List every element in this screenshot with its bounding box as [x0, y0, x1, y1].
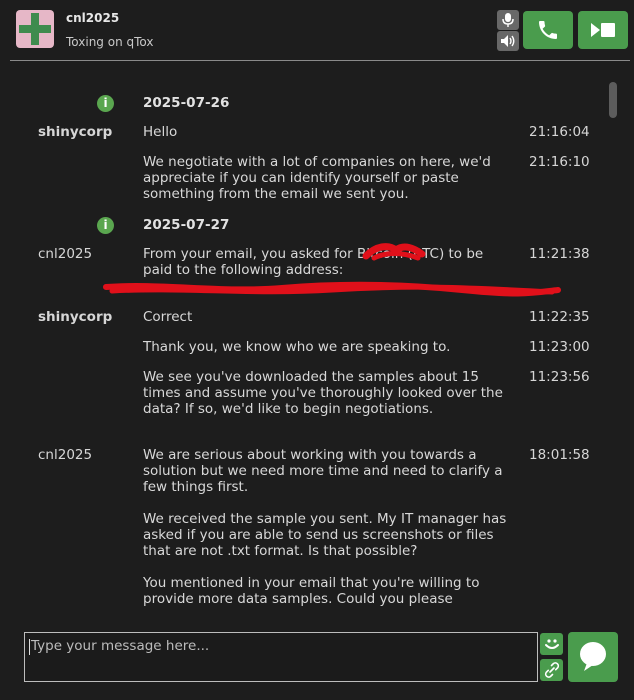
- info-icon: i: [97, 95, 114, 112]
- message-sender: cnl2025: [38, 246, 93, 262]
- speaker-icon: [501, 35, 515, 47]
- chat-header: cnl2025 Toxing on qTox: [0, 0, 634, 60]
- phone-icon: [539, 21, 557, 39]
- redaction-scribble: [103, 281, 561, 297]
- text-caret: [29, 639, 30, 655]
- info-icon: i: [97, 217, 114, 234]
- chat-log[interactable]: i 2025-07-26 shinycorp Hello 21:16:04 We…: [10, 62, 608, 626]
- redaction-scribble: [362, 243, 426, 261]
- message-text: We negotiate with a lot of companies on …: [143, 154, 491, 202]
- microphone-button[interactable]: [497, 10, 519, 30]
- qtox-chat-window: cnl2025 Toxing on qTox i 2025-07-26 shin…: [0, 0, 634, 700]
- emoji-button[interactable]: [540, 633, 563, 655]
- contact-name: cnl2025: [66, 11, 120, 25]
- chat-scrollbar-thumb[interactable]: [609, 82, 617, 118]
- message-text: Correct: [143, 309, 193, 325]
- speech-bubble-send-icon: [580, 642, 606, 671]
- video-call-button[interactable]: [578, 11, 628, 49]
- header-divider: [10, 60, 630, 61]
- message-input[interactable]: Type your message here...: [24, 632, 538, 682]
- message-text: We see you've downloaded the samples abo…: [143, 369, 503, 417]
- message-sender: cnl2025: [38, 447, 93, 463]
- message-sender: shinycorp: [38, 309, 113, 325]
- avatar-cross-horizontal: [19, 25, 51, 33]
- message-time: 18:01:58: [529, 447, 590, 463]
- send-button[interactable]: [568, 632, 618, 682]
- message-time: 11:21:38: [529, 246, 590, 262]
- message-time: 11:23:56: [529, 369, 590, 385]
- message-time: 11:23:00: [529, 339, 590, 355]
- message-text: We are serious about working with you to…: [143, 447, 507, 607]
- date-label: 2025-07-27: [143, 217, 230, 233]
- volume-button[interactable]: [497, 31, 519, 51]
- emoji-smile-icon: [544, 639, 559, 649]
- paperclip-icon: [544, 662, 559, 678]
- attach-file-button[interactable]: [540, 659, 563, 681]
- message-time: 21:16:04: [529, 124, 590, 140]
- microphone-icon: [502, 13, 514, 27]
- message-input-placeholder: Type your message here...: [31, 638, 210, 654]
- contact-status: Toxing on qTox: [66, 35, 154, 49]
- message-text: Hello: [143, 124, 178, 140]
- video-call-icon: [591, 23, 615, 37]
- contact-avatar[interactable]: [16, 10, 54, 48]
- message-sender: shinycorp: [38, 124, 113, 140]
- message-text: From your email, you asked for Bitcoin (…: [143, 246, 484, 278]
- message-time: 11:22:35: [529, 309, 590, 325]
- date-label: 2025-07-26: [143, 95, 230, 111]
- message-text: Thank you, we know who we are speaking t…: [143, 339, 451, 355]
- audio-call-button[interactable]: [523, 11, 573, 49]
- message-time: 21:16:10: [529, 154, 590, 170]
- chat-scrollbar[interactable]: [607, 75, 619, 627]
